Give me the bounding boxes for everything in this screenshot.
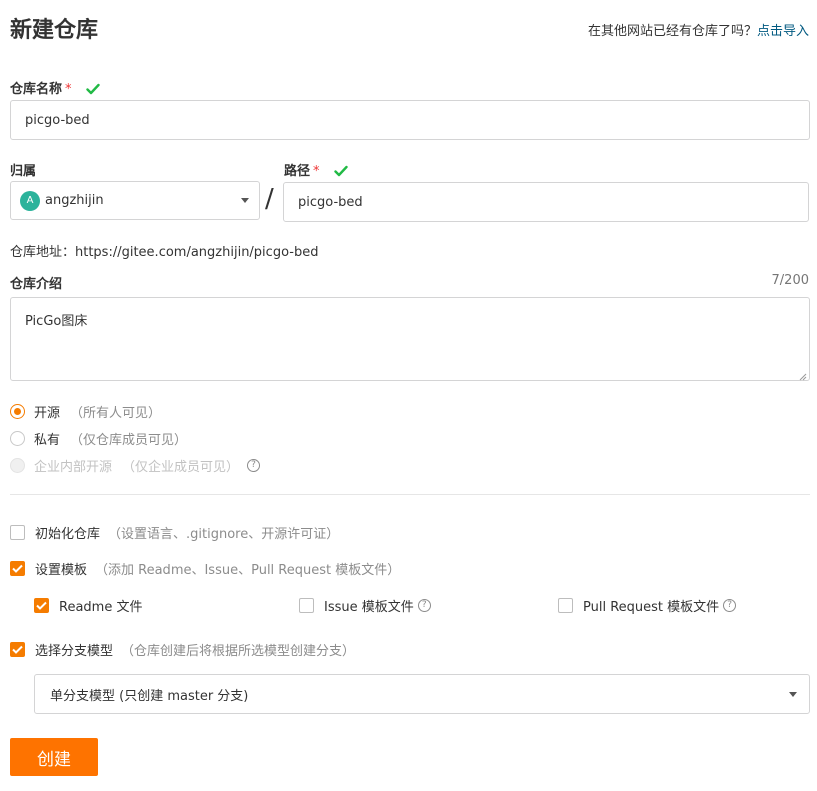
radio-label: 开源	[34, 406, 61, 421]
path-label: 路径 *	[284, 160, 348, 181]
import-hint-text: 在其他网站已经有仓库了吗？	[587, 24, 757, 39]
checkbox[interactable]	[34, 598, 49, 613]
owner-select[interactable]: A angzhijin	[10, 181, 260, 220]
avatar: A	[20, 190, 40, 211]
radio-label: 企业内部开源	[34, 460, 113, 475]
checkmark-icon	[12, 564, 23, 573]
import-hint: 在其他网站已经有仓库了吗？点击导入	[588, 20, 809, 39]
owner-name: angzhijin	[45, 193, 104, 208]
checkmark-icon	[334, 165, 348, 181]
radio-hint: （仅企业成员可见）	[122, 460, 240, 475]
repo-address: 仓库地址：https://gitee.com/angzhijin/picgo-b…	[10, 245, 319, 260]
checkbox-label: Pull Request 模板文件	[583, 600, 720, 615]
checkbox-hint: （设置语言、.gitignore、开源许可证）	[108, 527, 340, 542]
checkbox-hint: （仓库创建后将根据所选模型创建分支）	[121, 644, 356, 659]
path-label-text: 路径	[284, 164, 311, 179]
owner-label: 归属	[10, 164, 37, 179]
checkmark-icon	[36, 601, 47, 610]
repo-name-input[interactable]: picgo-bed	[10, 100, 810, 140]
help-icon[interactable]: ?	[723, 599, 737, 612]
checkbox-label: 选择分支模型	[35, 644, 114, 659]
template-option[interactable]: 设置模板 （添加 Readme、Issue、Pull Request 模板文件）	[10, 559, 400, 578]
chevron-down-icon	[241, 198, 249, 203]
template-pull-request[interactable]: Pull Request 模板文件 ?	[558, 596, 737, 615]
description-textarea[interactable]: PicGo图床	[10, 297, 810, 381]
radio-hint: （仅仓库成员可见）	[70, 433, 188, 448]
radio-button[interactable]	[10, 431, 25, 446]
radio-label: 私有	[34, 433, 61, 448]
checkbox[interactable]	[10, 525, 25, 540]
required-mark: *	[65, 82, 72, 97]
chevron-down-icon	[789, 691, 797, 697]
checkbox-label: 初始化仓库	[35, 527, 101, 542]
checkbox-hint: （添加 Readme、Issue、Pull Request 模板文件）	[95, 563, 401, 578]
import-link[interactable]: 点击导入	[757, 24, 809, 39]
resize-grip-icon[interactable]	[799, 370, 807, 381]
visibility-private[interactable]: 私有 （仅仓库成员可见）	[10, 429, 187, 448]
required-mark: *	[313, 164, 320, 179]
template-issue[interactable]: Issue 模板文件 ?	[299, 596, 431, 615]
page-title: 新建仓库	[10, 18, 99, 43]
checkbox[interactable]	[299, 598, 314, 613]
help-icon[interactable]: ?	[417, 599, 431, 612]
branch-model-option[interactable]: 选择分支模型 （仓库创建后将根据所选模型创建分支）	[10, 640, 355, 659]
checkbox-label: 设置模板	[35, 563, 88, 578]
radio-hint: （所有人可见）	[70, 406, 162, 421]
visibility-enterprise: 企业内部开源 （仅企业成员可见） ?	[10, 456, 261, 475]
path-separator: /	[265, 184, 274, 214]
checkmark-icon	[12, 645, 23, 654]
description-text: PicGo图床	[25, 314, 88, 329]
radio-button	[10, 458, 25, 473]
template-readme[interactable]: Readme 文件	[34, 596, 142, 615]
path-input[interactable]: picgo-bed	[283, 182, 809, 222]
checkmark-icon	[86, 83, 100, 99]
checkbox[interactable]	[10, 561, 25, 576]
init-repo-option[interactable]: 初始化仓库 （设置语言、.gitignore、开源许可证）	[10, 523, 339, 542]
checkbox[interactable]	[10, 642, 25, 657]
checkbox[interactable]	[558, 598, 573, 613]
create-button[interactable]: 创建	[10, 738, 98, 776]
checkbox-label: Issue 模板文件	[324, 600, 414, 615]
visibility-public[interactable]: 开源 （所有人可见）	[10, 402, 161, 421]
branch-model-value: 单分支模型 (只创建 master 分支)	[50, 688, 249, 704]
checkbox-label: Readme 文件	[59, 600, 143, 615]
description-counter: 7/200	[771, 273, 809, 288]
radio-button[interactable]	[10, 404, 25, 419]
divider	[10, 494, 810, 495]
help-icon[interactable]: ?	[247, 459, 261, 472]
description-label: 仓库介绍	[10, 277, 63, 292]
branch-model-select[interactable]: 单分支模型 (只创建 master 分支)	[34, 674, 810, 714]
repo-name-label: 仓库名称 *	[10, 78, 100, 99]
repo-name-label-text: 仓库名称	[10, 82, 63, 97]
